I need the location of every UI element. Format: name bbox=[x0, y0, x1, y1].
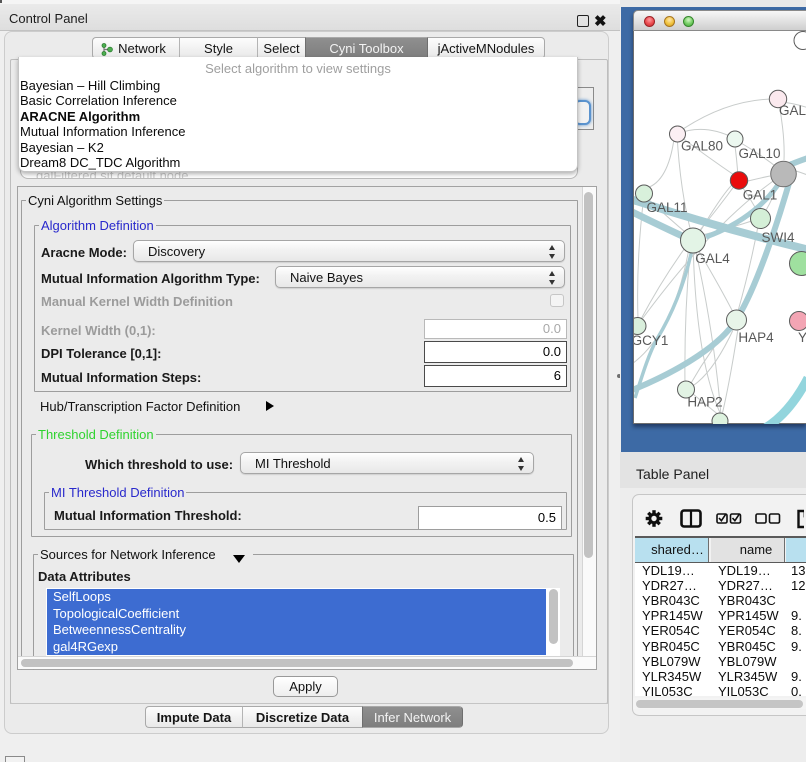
svg-text:HAP2: HAP2 bbox=[687, 395, 722, 410]
svg-text:HAP4: HAP4 bbox=[738, 330, 774, 345]
svg-text:GAL4: GAL4 bbox=[695, 251, 730, 266]
svg-text:GAL2: GAL2 bbox=[779, 103, 806, 118]
svg-text:GCY1: GCY1 bbox=[634, 333, 668, 348]
svg-text:GAL1: GAL1 bbox=[743, 188, 778, 203]
svg-text:GAL10: GAL10 bbox=[738, 146, 780, 161]
svg-text:YDR: YDR bbox=[798, 330, 806, 345]
svg-text:GAL80: GAL80 bbox=[681, 139, 723, 154]
svg-text:SWI4: SWI4 bbox=[761, 230, 794, 245]
svg-text:GAL11: GAL11 bbox=[646, 200, 687, 215]
